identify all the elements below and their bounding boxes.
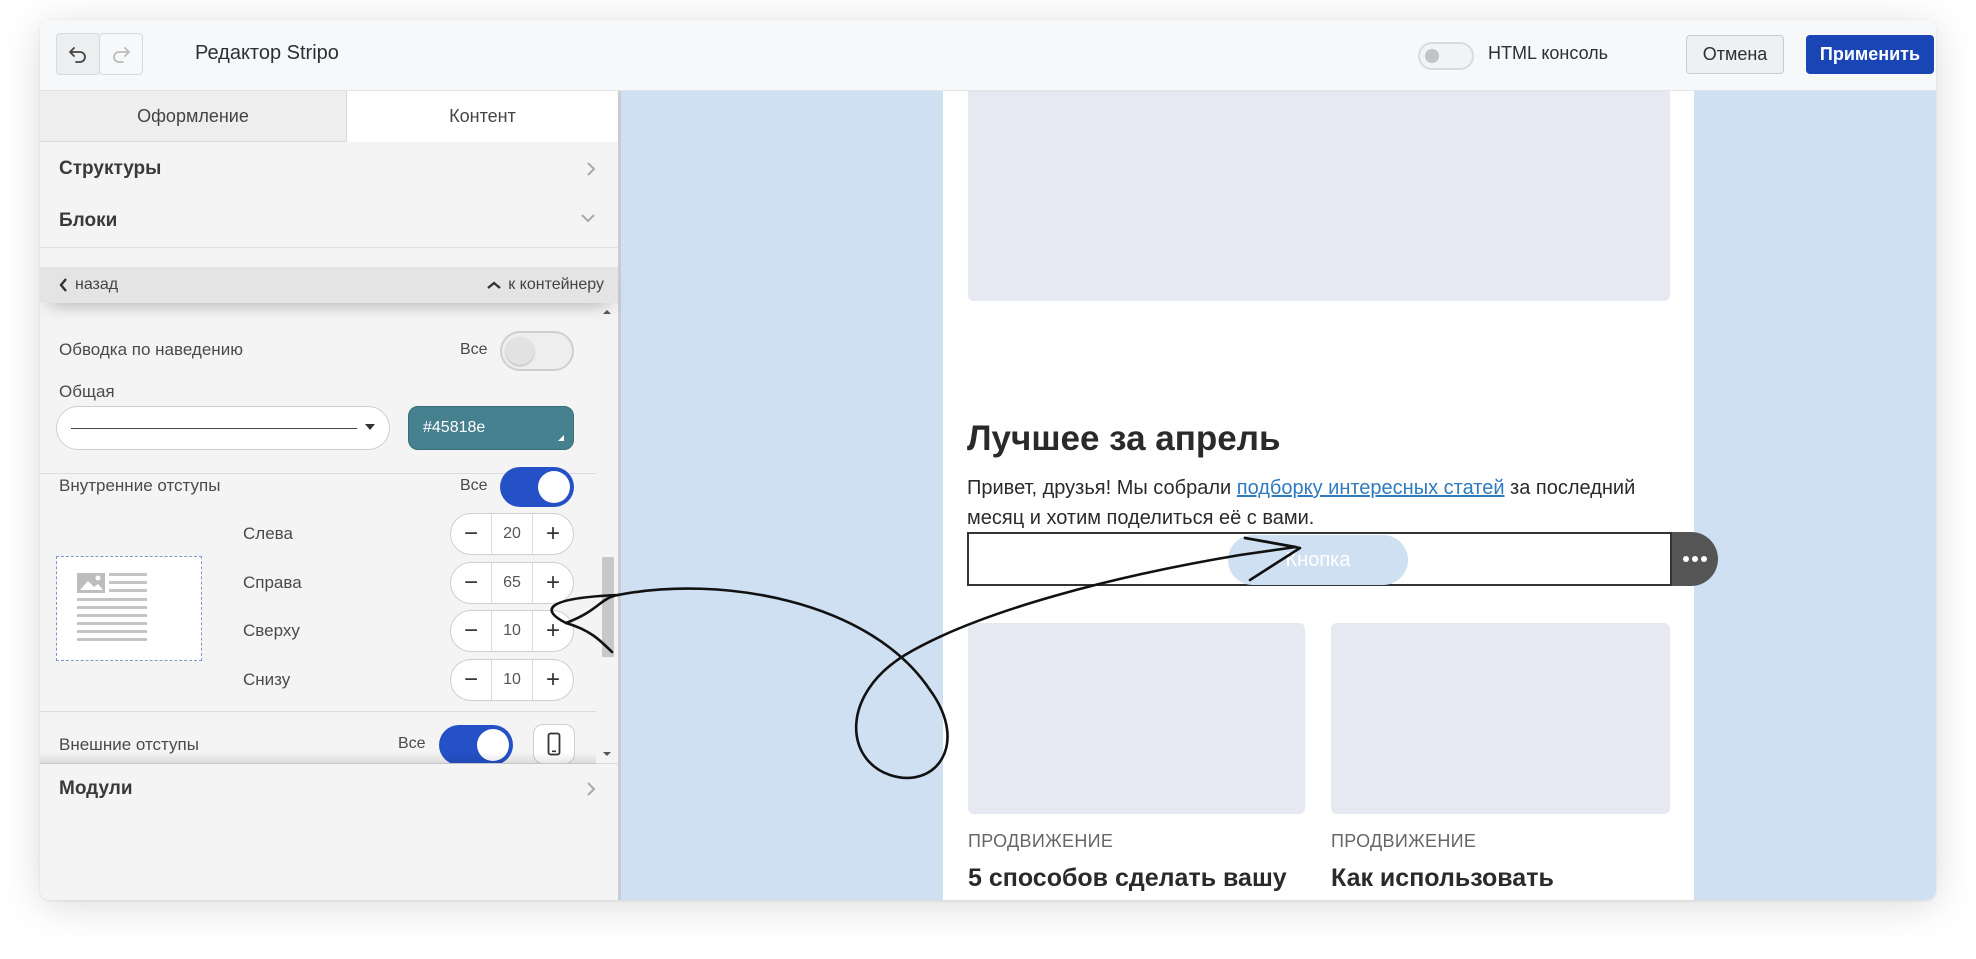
card-image-placeholder[interactable] (1331, 623, 1670, 814)
more-dots-icon (1683, 556, 1707, 562)
inner-padding-label: Внутренние отступы (59, 476, 221, 495)
section-blocks-label: Блоки (59, 210, 118, 231)
back-link[interactable]: назад (59, 276, 118, 294)
undo-icon (69, 47, 86, 63)
card-category: ПРОДВИЖЕНИЕ (1331, 831, 1477, 851)
html-console-toggle[interactable] (1418, 42, 1474, 70)
padding-top-label: Сверху (243, 621, 300, 640)
editor-header: Редактор Stripo HTML консоль Отмена Прим… (40, 20, 1936, 91)
settings-scrollbar[interactable] (596, 303, 618, 763)
divider (40, 711, 596, 712)
hover-border-toggle[interactable] (500, 331, 574, 371)
block-nav-bar: назад к контейнеру (40, 267, 618, 303)
inner-padding-all-label: Все (460, 477, 488, 494)
decrement-button[interactable]: − (451, 514, 492, 554)
section-modules[interactable]: Модули (40, 763, 618, 814)
section-blocks[interactable]: Блоки (40, 195, 618, 248)
email-heading[interactable]: Лучшее за апрель (967, 419, 1281, 459)
padding-left-label: Слева (243, 524, 293, 543)
border-color-picker[interactable]: #45818e (408, 406, 574, 450)
padding-right-label: Справа (243, 573, 302, 592)
stripo-editor-window: Редактор Stripo HTML консоль Отмена Прим… (40, 20, 1936, 900)
padding-right-stepper: − 65 + (450, 562, 574, 604)
section-structures-label: Структуры (59, 158, 162, 179)
undo-button[interactable] (56, 33, 100, 75)
card-image-placeholder[interactable] (968, 623, 1305, 814)
chevron-right-icon (587, 782, 596, 796)
apply-button[interactable]: Применить (1806, 35, 1934, 74)
padding-top-stepper: − 10 + (450, 610, 574, 652)
decrement-button[interactable]: − (451, 563, 492, 603)
selected-button-block[interactable]: Кнопка (967, 532, 1672, 586)
redo-icon (113, 47, 130, 63)
chevron-up-icon (487, 280, 501, 289)
tab-design[interactable]: Оформление (40, 91, 347, 142)
card-category: ПРОДВИЖЕНИЕ (968, 831, 1114, 851)
caret-down-icon (365, 424, 375, 430)
increment-button[interactable]: + (532, 660, 573, 700)
email-cta-button[interactable]: Кнопка (1228, 535, 1408, 585)
padding-right-value[interactable]: 65 (491, 563, 533, 603)
inner-padding-all-toggle[interactable] (500, 467, 574, 507)
scroll-up-icon[interactable] (602, 309, 612, 315)
chevron-right-icon (587, 162, 596, 176)
email-text-before: Привет, друзья! Мы собрали (967, 477, 1237, 499)
padding-preview (56, 556, 202, 661)
email-body: Лучшее за апрель Привет, друзья! Мы собр… (943, 91, 1694, 900)
decrement-button[interactable]: − (451, 611, 492, 651)
to-container-link[interactable]: к контейнеру (487, 276, 604, 294)
increment-button[interactable]: + (532, 611, 573, 651)
padding-left-value[interactable]: 20 (491, 514, 533, 554)
outer-padding-all-label: Все (398, 735, 426, 752)
back-label: назад (75, 276, 119, 293)
settings-scroll-area: Обводка по наведению Все Общая #45818e В… (40, 303, 618, 763)
hover-border-all-label: Все (460, 341, 488, 358)
section-structures[interactable]: Структуры (40, 143, 618, 196)
image-text-preview-icon (77, 573, 147, 641)
padding-bottom-label: Снизу (243, 670, 291, 689)
email-canvas: Лучшее за апрель Привет, друзья! Мы собр… (621, 91, 1936, 900)
scroll-down-icon[interactable] (602, 751, 612, 757)
card-title[interactable]: Как использовать (1331, 864, 1554, 893)
cancel-button[interactable]: Отмена (1686, 35, 1784, 74)
general-border-label: Общая (59, 382, 115, 401)
chevron-down-icon (581, 214, 595, 223)
increment-button[interactable]: + (532, 514, 573, 554)
to-container-label: к контейнеру (508, 276, 604, 293)
card-title[interactable]: 5 способов сделать вашу (968, 864, 1287, 893)
padding-left-stepper: − 20 + (450, 513, 574, 555)
hover-border-label: Обводка по наведению (59, 340, 243, 359)
html-console-label: HTML консоль (1488, 43, 1609, 63)
increment-button[interactable]: + (532, 563, 573, 603)
panel-tabs: Оформление Контент (40, 91, 618, 142)
padding-bottom-value[interactable]: 10 (491, 660, 533, 700)
resize-corner-icon (558, 435, 564, 441)
border-color-value: #45818e (423, 419, 486, 436)
section-modules-label: Модули (59, 778, 133, 799)
settings-panel: Оформление Контент Структуры Блоки назад… (40, 91, 621, 900)
articles-link[interactable]: подборку интересных статей (1237, 477, 1505, 499)
chevron-left-icon (59, 278, 67, 292)
editor-title: Редактор Stripo (195, 42, 339, 64)
scroll-shadow (40, 752, 596, 764)
border-style-select[interactable] (56, 406, 390, 450)
block-more-button[interactable] (1672, 532, 1718, 586)
decrement-button[interactable]: − (451, 660, 492, 700)
email-paragraph[interactable]: Привет, друзья! Мы собрали подборку инте… (967, 473, 1667, 533)
padding-top-value[interactable]: 10 (491, 611, 533, 651)
tab-content[interactable]: Контент (347, 91, 618, 142)
scrollbar-thumb[interactable] (602, 557, 614, 657)
image-placeholder[interactable] (968, 91, 1670, 301)
redo-button[interactable] (99, 33, 143, 75)
padding-bottom-stepper: − 10 + (450, 659, 574, 701)
